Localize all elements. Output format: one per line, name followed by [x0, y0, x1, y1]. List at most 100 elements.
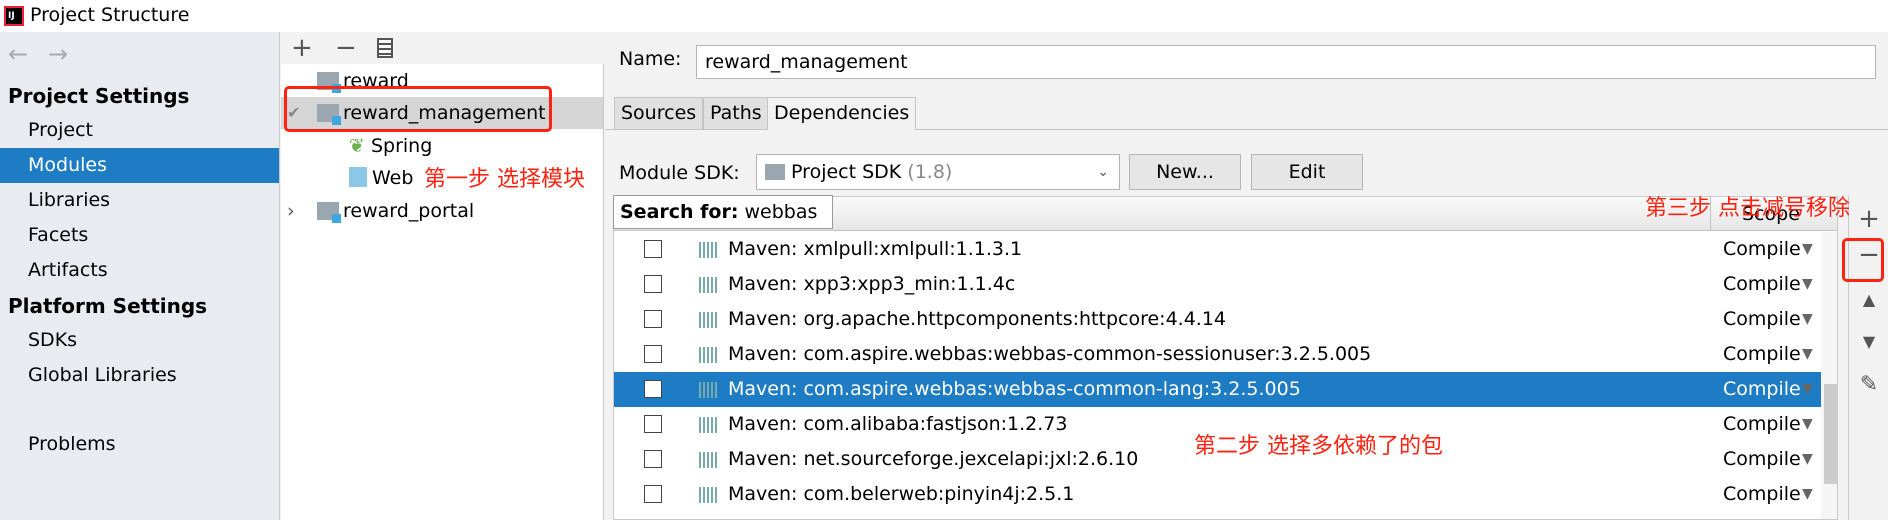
dependencies-table: Scope Maven: xmlpull:xmlpull:1.1.3.1 Comp…	[613, 196, 1838, 520]
platform-settings-heading: Platform Settings	[8, 294, 208, 318]
sidebar-item-project[interactable]: Project	[0, 113, 279, 148]
scope-dropdown-arrow-icon[interactable]: ▼	[1802, 372, 1813, 407]
annotation-step1: 第一步 选择模块	[424, 167, 585, 192]
annotation-step3: 第三步 点击减号移除	[1645, 196, 1850, 221]
annotation-box-remove	[1842, 238, 1884, 282]
dependency-name: Maven: com.belerweb:pinyin4j:2.5.1	[728, 483, 1075, 505]
dependency-row[interactable]: Maven: xmlpull:xmlpull:1.1.3.1 Compile ▼	[614, 232, 1837, 267]
scrollbar[interactable]	[1821, 232, 1837, 519]
expand-chevron-icon[interactable]: ›	[287, 195, 295, 227]
dependency-name: Maven: net.sourceforge.jexcelapi:jxl:2.6…	[728, 448, 1139, 470]
sidebar-item-artifacts[interactable]: Artifacts	[0, 253, 279, 288]
dependency-checkbox[interactable]	[644, 485, 662, 503]
scope-dropdown-arrow-icon[interactable]: ▼	[1802, 477, 1813, 512]
copy-icon[interactable]	[377, 38, 393, 58]
sdk-version: (1.8)	[907, 161, 953, 183]
scope-value[interactable]: Compile	[1723, 442, 1801, 477]
module-name-input[interactable]	[696, 45, 1876, 79]
sdk-value: Project SDK	[791, 161, 902, 183]
dependency-row[interactable]: Maven: com.aspire.webbas:webbas-common-s…	[614, 337, 1837, 372]
dependency-row[interactable]: Maven: org.apache.httpcomponents:httpcor…	[614, 302, 1837, 337]
tree-item-spring[interactable]: ❦ Spring	[349, 130, 432, 162]
dependency-checkbox[interactable]	[644, 345, 662, 363]
move-up-icon[interactable]: ▲	[1849, 290, 1888, 309]
search-popup[interactable]: Search for: webbas	[613, 195, 833, 229]
dependency-checkbox[interactable]	[644, 240, 662, 258]
remove-icon[interactable]: −	[335, 32, 357, 64]
dependency-row[interactable]: Maven: xpp3:xpp3_min:1.1.4c Compile ▼	[614, 267, 1837, 302]
tree-item-reward-portal[interactable]: reward_portal	[317, 195, 474, 227]
scope-dropdown-arrow-icon[interactable]: ▼	[1802, 442, 1813, 477]
dependency-name: Maven: com.aspire.webbas:webbas-common-s…	[728, 343, 1372, 365]
scope-value[interactable]: Compile	[1723, 477, 1801, 512]
tab-paths[interactable]: Paths	[703, 97, 769, 130]
maven-library-icon	[699, 277, 719, 293]
dependency-name: Maven: xmlpull:xmlpull:1.1.3.1	[728, 238, 1023, 260]
project-settings-heading: Project Settings	[8, 84, 190, 108]
dependency-checkbox[interactable]	[644, 275, 662, 293]
move-down-icon[interactable]: ▼	[1849, 332, 1888, 351]
tab-dependencies[interactable]: Dependencies	[767, 97, 917, 130]
window-title: Project Structure	[30, 4, 190, 26]
sidebar-item-libraries[interactable]: Libraries	[0, 183, 279, 218]
dependency-checkbox[interactable]	[644, 310, 662, 328]
name-label: Name:	[619, 48, 682, 70]
search-value[interactable]: webbas	[745, 201, 818, 223]
sidebar-item-problems[interactable]: Problems	[0, 427, 279, 462]
tree-item-web[interactable]: Web	[349, 162, 413, 194]
dependency-checkbox[interactable]	[644, 450, 662, 468]
scope-dropdown-arrow-icon[interactable]: ▼	[1802, 232, 1813, 267]
annotation-box-module	[284, 86, 552, 132]
scope-value[interactable]: Compile	[1723, 302, 1801, 337]
back-arrow-icon[interactable]: ←	[8, 40, 28, 68]
scrollbar-thumb[interactable]	[1824, 384, 1837, 484]
add-icon[interactable]: +	[291, 32, 313, 64]
dependency-checkbox[interactable]	[644, 380, 662, 398]
tree-toolbar: + −	[281, 32, 604, 64]
chevron-down-icon: ⌄	[1097, 164, 1109, 180]
sdk-folder-icon	[765, 164, 785, 180]
web-facet-icon	[349, 167, 367, 187]
module-sdk-dropdown[interactable]: Project SDK (1.8) ⌄	[756, 154, 1120, 190]
edit-pencil-icon[interactable]: ✎	[1849, 372, 1888, 397]
tree-item-label: reward_portal	[343, 200, 475, 222]
maven-library-icon	[699, 417, 719, 433]
tab-sources[interactable]: Sources	[614, 97, 704, 130]
dependency-name: Maven: com.alibaba:fastjson:1.2.73	[728, 413, 1068, 435]
search-label: Search for:	[620, 201, 739, 223]
scope-value[interactable]: Compile	[1723, 232, 1801, 267]
title-bar: IJ Project Structure	[0, 0, 1888, 32]
dependency-row[interactable]: Maven: com.aspire.webbas:webbas-common-l…	[614, 372, 1837, 407]
scope-value[interactable]: Compile	[1723, 372, 1801, 407]
dependency-name: Maven: com.aspire.webbas:webbas-common-l…	[728, 378, 1301, 400]
maven-library-icon	[699, 382, 719, 398]
module-folder-icon	[317, 202, 341, 223]
dependency-name: Maven: org.apache.httpcomponents:httpcor…	[728, 308, 1226, 330]
scope-value[interactable]: Compile	[1723, 407, 1801, 442]
edit-sdk-button[interactable]: Edit	[1251, 154, 1363, 190]
sidebar-item-modules[interactable]: Modules	[0, 148, 279, 183]
tree-item-label: Spring	[370, 135, 433, 157]
sidebar-item-global-libraries[interactable]: Global Libraries	[0, 358, 279, 393]
sidebar: ← → Project Settings Project Modules Lib…	[0, 32, 280, 520]
scope-value[interactable]: Compile	[1723, 337, 1801, 372]
dependency-row[interactable]: Maven: com.belerweb:pinyin4j:2.5.1 Compil…	[614, 477, 1837, 512]
sidebar-item-sdks[interactable]: SDKs	[0, 323, 279, 358]
spring-leaf-icon: ❦	[349, 135, 371, 157]
add-dependency-icon[interactable]: +	[1849, 204, 1888, 234]
scope-dropdown-arrow-icon[interactable]: ▼	[1802, 302, 1813, 337]
intellij-logo-icon: IJ	[4, 6, 24, 26]
tree-item-label: Web	[372, 167, 414, 189]
annotation-step2: 第二步 选择多依赖了的包	[1194, 434, 1443, 459]
new-sdk-button[interactable]: New...	[1129, 154, 1241, 190]
dependency-checkbox[interactable]	[644, 415, 662, 433]
scope-dropdown-arrow-icon[interactable]: ▼	[1802, 407, 1813, 442]
scope-dropdown-arrow-icon[interactable]: ▼	[1802, 337, 1813, 372]
dependency-name: Maven: xpp3:xpp3_min:1.1.4c	[728, 273, 1016, 295]
forward-arrow-icon[interactable]: →	[48, 40, 68, 68]
sidebar-item-facets[interactable]: Facets	[0, 218, 279, 253]
scope-value[interactable]: Compile	[1723, 267, 1801, 302]
scope-dropdown-arrow-icon[interactable]: ▼	[1802, 267, 1813, 302]
maven-library-icon	[699, 487, 719, 503]
module-sdk-label: Module SDK:	[619, 162, 740, 184]
